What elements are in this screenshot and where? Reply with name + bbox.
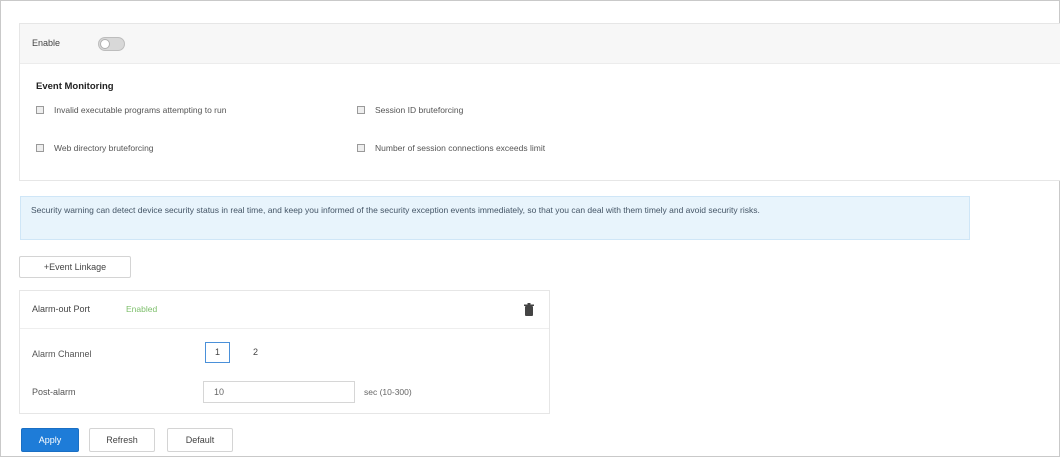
event-checkbox[interactable] xyxy=(357,144,365,152)
event-item-invalid-programs[interactable]: Invalid executable programs attempting t… xyxy=(36,105,226,115)
event-item-session-bruteforce[interactable]: Session ID bruteforcing xyxy=(357,105,463,115)
post-alarm-input[interactable]: 10 xyxy=(203,381,355,403)
event-item-label: Web directory bruteforcing xyxy=(54,143,154,153)
alarm-out-panel: Alarm-out Port Enabled Alarm Channel 1 2… xyxy=(19,290,550,414)
refresh-button[interactable]: Refresh xyxy=(89,428,155,452)
event-checkbox[interactable] xyxy=(357,106,365,114)
alarm-channel-1[interactable]: 1 xyxy=(205,342,230,363)
event-monitoring-title: Event Monitoring xyxy=(36,81,114,92)
trash-icon[interactable] xyxy=(523,303,535,317)
event-item-session-limit[interactable]: Number of session connections exceeds li… xyxy=(357,143,545,153)
apply-button[interactable]: Apply xyxy=(21,428,79,452)
alarm-out-label: Alarm-out Port xyxy=(32,304,91,314)
enable-row: Enable xyxy=(20,24,1060,64)
enable-toggle[interactable] xyxy=(98,37,125,51)
event-item-web-bruteforce[interactable]: Web directory bruteforcing xyxy=(36,143,154,153)
event-checkbox[interactable] xyxy=(36,144,44,152)
post-alarm-unit: sec (10-300) xyxy=(364,387,412,397)
event-item-label: Invalid executable programs attempting t… xyxy=(54,105,227,115)
info-message: Security warning can detect device secur… xyxy=(20,196,970,240)
event-item-label: Number of session connections exceeds li… xyxy=(375,143,546,153)
event-linkage-button[interactable]: +Event Linkage xyxy=(19,256,131,278)
alarm-out-header: Alarm-out Port Enabled xyxy=(20,291,549,329)
event-item-label: Session ID bruteforcing xyxy=(375,105,464,115)
security-warning-page: Enable Event Monitoring Invalid executab… xyxy=(0,0,1060,457)
toggle-knob xyxy=(100,39,110,49)
enable-label: Enable xyxy=(32,38,61,48)
alarm-channel-2[interactable]: 2 xyxy=(243,342,268,363)
default-button[interactable]: Default xyxy=(167,428,233,452)
post-alarm-label: Post-alarm xyxy=(32,387,76,397)
event-monitoring-panel: Enable Event Monitoring Invalid executab… xyxy=(19,23,1060,181)
alarm-channel-label: Alarm Channel xyxy=(32,349,92,359)
alarm-out-status: Enabled xyxy=(126,304,158,314)
event-checkbox[interactable] xyxy=(36,106,44,114)
